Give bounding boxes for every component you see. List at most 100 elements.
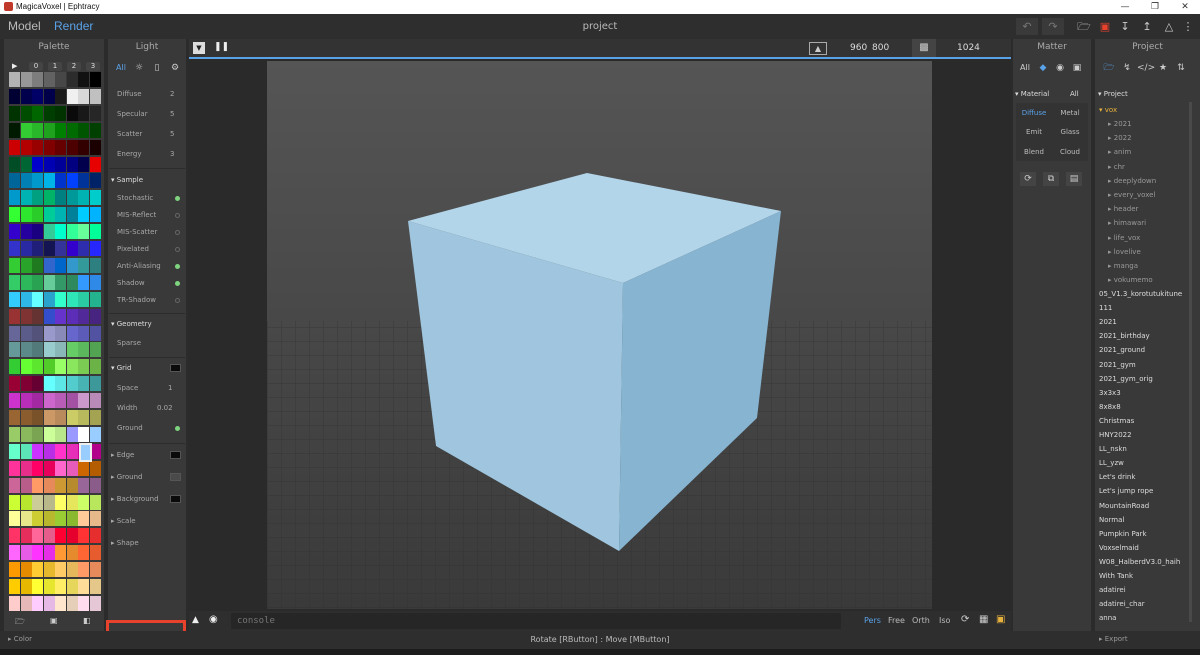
- light-diffuse-value[interactable]: 2: [170, 90, 174, 98]
- palette-swatch[interactable]: [9, 579, 20, 594]
- ground-color-swatch[interactable]: [170, 473, 181, 481]
- tree-tab-icon[interactable]: ↯: [1119, 61, 1135, 75]
- palette-swatch[interactable]: [9, 122, 20, 138]
- palette-swatch[interactable]: [89, 376, 101, 392]
- redo-icon[interactable]: ↷: [1042, 18, 1064, 35]
- palette-swatch[interactable]: [43, 494, 55, 510]
- palette-swatch[interactable]: [43, 376, 55, 392]
- palette-swatch[interactable]: [89, 325, 101, 341]
- project-file-item[interactable]: Let's drink: [1099, 473, 1135, 481]
- subfolder-item[interactable]: ▸ life_vox: [1108, 234, 1140, 242]
- histogram-icon[interactable]: ▯: [149, 61, 165, 75]
- palette-swatch[interactable]: [20, 308, 32, 324]
- palette-swatch[interactable]: [89, 156, 101, 172]
- palette-swatch[interactable]: [9, 410, 20, 425]
- palette-swatch[interactable]: [9, 190, 20, 206]
- palette-swatch[interactable]: [20, 410, 32, 425]
- palette-folder-icon[interactable]: 🗁: [15, 616, 25, 630]
- palette-swatch[interactable]: [32, 257, 43, 273]
- palette-swatch[interactable]: [89, 426, 101, 442]
- palette-swatch[interactable]: [32, 494, 43, 510]
- palette-swatch[interactable]: [20, 72, 32, 87]
- palette-swatch[interactable]: [89, 241, 101, 256]
- palette-swatch[interactable]: [32, 359, 43, 375]
- project-file-item[interactable]: 8x8x8: [1099, 403, 1121, 411]
- vox-folder[interactable]: ▾ vox: [1099, 106, 1117, 114]
- palette-swatch[interactable]: [78, 342, 89, 358]
- palette-swatch[interactable]: [20, 528, 32, 544]
- material-metal[interactable]: Metal: [1052, 104, 1088, 122]
- palette-swatch[interactable]: [55, 393, 66, 409]
- console-expand-icon[interactable]: ▲: [192, 615, 199, 625]
- subfolder-item[interactable]: ▸ manga: [1108, 262, 1138, 270]
- palette-swatch[interactable]: [32, 342, 43, 358]
- palette-swatch[interactable]: [9, 274, 20, 290]
- subfolder-item[interactable]: ▸ every_voxel: [1108, 191, 1155, 199]
- palette-swatch[interactable]: [89, 88, 101, 104]
- palette-swatch[interactable]: [66, 190, 78, 206]
- palette-swatch[interactable]: [89, 207, 101, 223]
- palette-swatch[interactable]: [66, 88, 78, 104]
- ground-section-header[interactable]: ▸ Ground: [111, 473, 143, 481]
- palette-swatch[interactable]: [78, 139, 89, 155]
- material-all[interactable]: All: [1070, 90, 1079, 98]
- palette-swatch[interactable]: [43, 579, 55, 594]
- palette-swatch[interactable]: [55, 342, 66, 358]
- palette-swatch[interactable]: [89, 342, 101, 358]
- material-section-header[interactable]: ▾ Material: [1015, 90, 1049, 98]
- palette-swatch[interactable]: [9, 72, 20, 87]
- palette-swatch[interactable]: [20, 173, 32, 189]
- palette-swatch[interactable]: [66, 443, 78, 459]
- project-tree-root[interactable]: ▾ Project: [1098, 90, 1128, 98]
- palette-swatch[interactable]: [78, 325, 89, 341]
- sample-mis-scatter-toggle[interactable]: [175, 230, 180, 235]
- reset-view-icon[interactable]: ⟳: [961, 614, 969, 625]
- light-scatter-value[interactable]: 5: [170, 130, 174, 138]
- palette-swatch[interactable]: [55, 156, 66, 172]
- palette-swatch[interactable]: [9, 241, 20, 256]
- palette-swatch[interactable]: [78, 72, 89, 87]
- palette-swatch[interactable]: [9, 443, 20, 459]
- palette-swatch[interactable]: [89, 410, 101, 425]
- copy-material-icon[interactable]: ⧉: [1043, 172, 1059, 186]
- palette-swatch[interactable]: [32, 410, 43, 425]
- palette-swatch[interactable]: [9, 88, 20, 104]
- view-free[interactable]: Free: [888, 616, 905, 625]
- palette-swatch[interactable]: [9, 156, 20, 172]
- palette-swatch[interactable]: [9, 511, 20, 527]
- palette-swatch[interactable]: [20, 190, 32, 206]
- subfolder-item[interactable]: ▸ deeplydown: [1108, 177, 1156, 185]
- palette-swatch[interactable]: [89, 477, 101, 493]
- palette-swatch[interactable]: [32, 224, 43, 240]
- matter-filter-all[interactable]: All: [1017, 61, 1033, 75]
- sort-tab-icon[interactable]: ⇅: [1173, 61, 1189, 75]
- project-file-item[interactable]: 2021: [1099, 318, 1117, 326]
- edge-section-header[interactable]: ▸ Edge: [111, 451, 134, 459]
- sample-tr-shadow-toggle[interactable]: [175, 298, 180, 303]
- project-file-item[interactable]: 111: [1099, 304, 1112, 312]
- material-diffuse[interactable]: Diffuse: [1016, 104, 1052, 122]
- palette-swatch[interactable]: [78, 308, 89, 324]
- palette-swatch[interactable]: [43, 562, 55, 578]
- subfolder-item[interactable]: ▸ himawari: [1108, 219, 1146, 227]
- subfolder-item[interactable]: ▸ 2021: [1108, 120, 1132, 128]
- palette-swatch[interactable]: [89, 308, 101, 324]
- project-file-item[interactable]: 2021_ground: [1099, 346, 1145, 354]
- palette-swatch[interactable]: [55, 88, 66, 104]
- palette-swatch[interactable]: [9, 105, 20, 121]
- grid-section-header[interactable]: ▾ Grid: [111, 364, 131, 372]
- palette-swatch[interactable]: [66, 105, 78, 121]
- project-file-item[interactable]: Pumpkin Park: [1099, 530, 1147, 538]
- project-file-item[interactable]: adatirei: [1099, 586, 1126, 594]
- palette-swatch[interactable]: [55, 105, 66, 121]
- palette-swatch[interactable]: [43, 443, 55, 459]
- palette-swatch[interactable]: [78, 241, 89, 256]
- settings-icon[interactable]: ⋮: [1177, 18, 1199, 35]
- palette-swatch[interactable]: [55, 477, 66, 493]
- palette-swatch[interactable]: [9, 595, 20, 611]
- light-specular-value[interactable]: 5: [170, 110, 174, 118]
- palette-swatch[interactable]: [43, 88, 55, 104]
- palette-swatch[interactable]: [55, 308, 66, 324]
- palette-swatch[interactable]: [78, 460, 89, 476]
- palette-swatch[interactable]: [43, 511, 55, 527]
